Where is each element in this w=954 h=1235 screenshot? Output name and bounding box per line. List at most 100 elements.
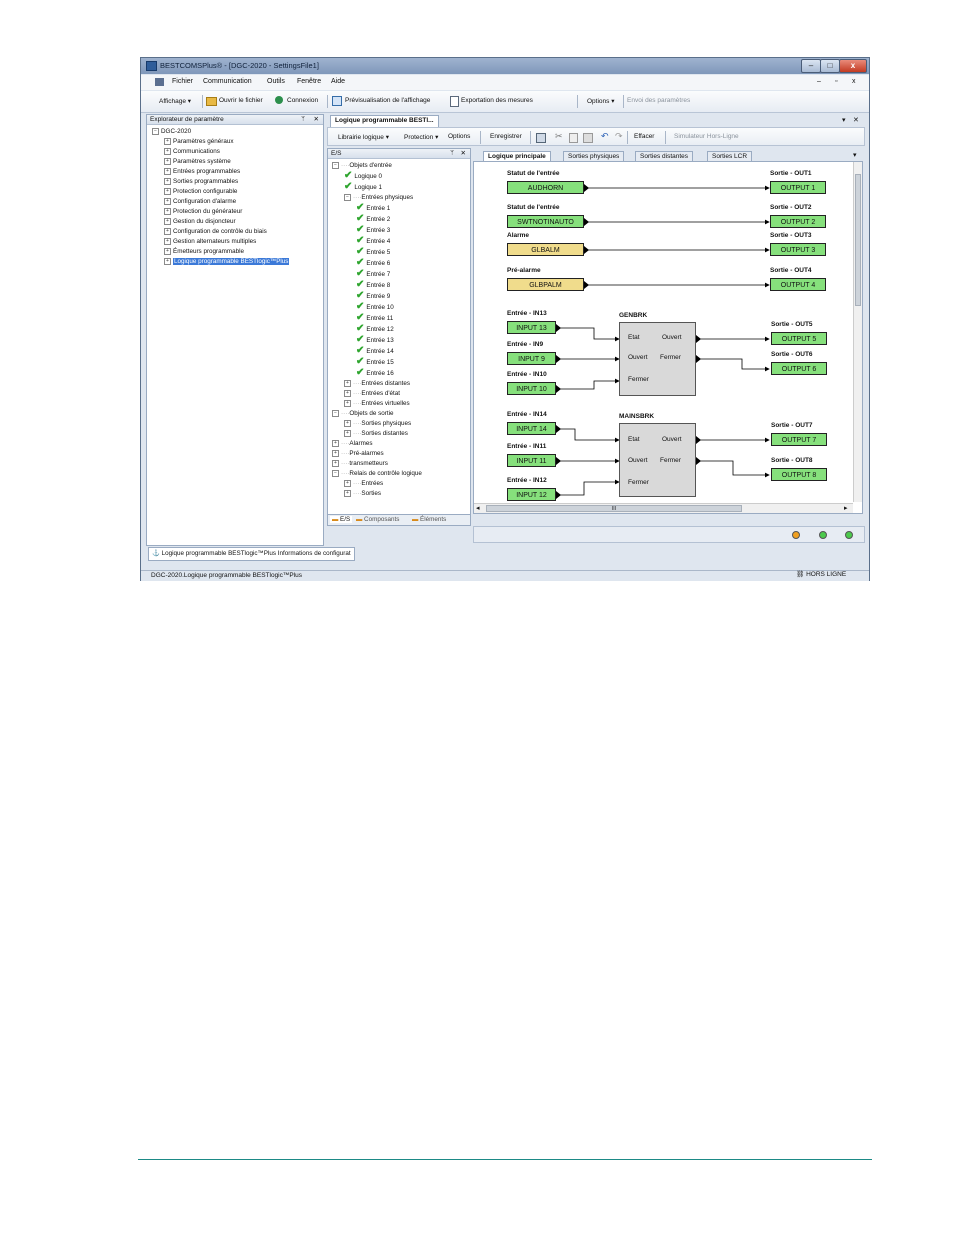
io-tree-item[interactable]: + ····transmetteurs <box>332 459 470 469</box>
io-tree-item[interactable]: ✔ Entrée 1 <box>332 203 470 214</box>
expand-icon[interactable]: + <box>164 137 171 145</box>
expand-icon[interactable]: + <box>344 419 351 427</box>
io-tree-item[interactable]: ✔ Entrée 9 <box>332 291 470 302</box>
expand-icon[interactable]: + <box>332 459 339 467</box>
io-tree-item[interactable]: ✔ Entrée 11 <box>332 313 470 324</box>
minimize-button[interactable]: – <box>801 59 821 73</box>
io-tree-item[interactable]: ✔ Entrée 14 <box>332 346 470 357</box>
mdi-close-button[interactable]: x <box>852 78 856 85</box>
menu-fichier[interactable]: Fichier <box>172 78 193 85</box>
io-tree-item[interactable]: ✔ Entrée 8 <box>332 280 470 291</box>
tab-logique-programmable[interactable]: Logique programmable BESTl... <box>330 115 439 127</box>
genbrk-out1-box[interactable]: OUTPUT 5 <box>771 332 827 345</box>
canvas-tab-dropdown[interactable]: ▾ <box>853 151 857 159</box>
mainsbrk-out2-box[interactable]: OUTPUT 8 <box>771 468 827 481</box>
librairie-logique-button[interactable]: Librairie logique ▾ <box>338 133 389 141</box>
expand-icon[interactable]: + <box>164 187 171 195</box>
expand-icon[interactable]: + <box>164 197 171 205</box>
explorer-item[interactable]: + Communications <box>152 147 323 157</box>
collapse-icon[interactable]: − <box>332 161 339 169</box>
explorer-item[interactable]: + Protection du générateur <box>152 207 323 217</box>
expand-icon[interactable]: + <box>164 227 171 235</box>
tree-root[interactable]: − DGC-2020 <box>152 127 323 137</box>
menu-aide[interactable]: Aide <box>331 78 345 85</box>
close-button[interactable]: x <box>839 59 867 73</box>
io-tree-item[interactable]: + ····Sorties physiques <box>332 419 470 429</box>
explorer-item[interactable]: + Gestion alternateurs multiples <box>152 237 323 247</box>
expand-icon[interactable]: + <box>164 257 171 265</box>
effacer-button[interactable]: Effacer <box>634 133 654 140</box>
close-icon[interactable]: ✕ <box>461 149 466 159</box>
horizontal-scrollbar[interactable]: ◂ III ▸ <box>474 503 853 513</box>
row1-input-box[interactable]: AUDHORN <box>507 181 584 194</box>
close-icon[interactable]: ✕ <box>314 115 319 125</box>
collapse-icon[interactable]: − <box>332 409 339 417</box>
explorer-item[interactable]: + Logique programmable BESTlogic™Plus <box>152 257 323 267</box>
print-icon[interactable] <box>536 133 546 143</box>
explorer-item[interactable]: + Émetteurs programmable <box>152 247 323 257</box>
collapse-icon[interactable]: − <box>152 127 159 135</box>
logic-canvas[interactable]: Statut de l'entrée AUDHORN Sortie - OUT1… <box>473 161 863 514</box>
pin-icon[interactable]: ᛘ <box>301 115 305 125</box>
expand-icon[interactable]: + <box>344 379 351 387</box>
protection-button[interactable]: Protection ▾ <box>404 133 438 141</box>
expand-icon[interactable]: + <box>344 429 351 437</box>
row2-input-box[interactable]: SWTNOTINAUTO <box>507 215 584 228</box>
io-tree-item[interactable]: − ····Objets d'entrée <box>332 161 470 171</box>
expand-icon[interactable]: + <box>344 399 351 407</box>
io-tree-item[interactable]: ✔ Entrée 12 <box>332 324 470 335</box>
genbrk-out2-box[interactable]: OUTPUT 6 <box>771 362 827 375</box>
mainsbrk-in2-box[interactable]: INPUT 11 <box>507 454 556 467</box>
undo-icon[interactable]: ↶ <box>601 131 609 142</box>
expand-icon[interactable]: + <box>344 489 351 497</box>
io-tree-item[interactable]: + ····Alarmes <box>332 439 470 449</box>
io-tree-item[interactable]: + ····Entrées d'état <box>332 389 470 399</box>
io-tree-item[interactable]: ✔ Entrée 15 <box>332 357 470 368</box>
row3-input-box[interactable]: GLBALM <box>507 243 584 256</box>
tab-elements[interactable]: ▬ Éléments <box>412 516 446 523</box>
row2-output-box[interactable]: OUTPUT 2 <box>770 215 826 228</box>
tab-composants[interactable]: ▬ Composants <box>356 516 399 523</box>
menu-communication[interactable]: Communication <box>203 78 252 85</box>
mainsbrk-out1-box[interactable]: OUTPUT 7 <box>771 433 827 446</box>
io-tree-item[interactable]: ✔ Logique 1 <box>332 182 470 193</box>
explorer-item[interactable]: + Entrées programmables <box>152 167 323 177</box>
expand-icon[interactable]: + <box>164 207 171 215</box>
io-tree-item[interactable]: + ····Pré-alarmes <box>332 449 470 459</box>
expand-icon[interactable]: + <box>332 439 339 447</box>
mainsbrk-block[interactable]: Etat Ouvert Fermer Ouvert Fermer <box>619 423 696 497</box>
exportation-button[interactable]: Exportation des mesures <box>461 97 533 104</box>
io-tree-item[interactable]: ✔ Entrée 3 <box>332 225 470 236</box>
copy-icon[interactable] <box>569 133 578 143</box>
mdi-minimize-button[interactable]: – <box>817 78 821 85</box>
genbrk-in1-box[interactable]: INPUT 13 <box>507 321 556 334</box>
affichage-button[interactable]: Affichage ▾ <box>159 97 191 105</box>
io-tree-item[interactable]: ✔ Entrée 13 <box>332 335 470 346</box>
scroll-right-icon[interactable]: ▸ <box>844 504 848 512</box>
maximize-button[interactable]: □ <box>820 59 840 73</box>
envoi-parametres-button[interactable]: Envoi des paramètres <box>627 97 690 104</box>
row4-input-box[interactable]: GLBPALM <box>507 278 584 291</box>
genbrk-block[interactable]: Etat Ouvert Fermer Ouvert Fermer <box>619 322 696 396</box>
mainsbrk-in1-box[interactable]: INPUT 14 <box>507 422 556 435</box>
logic-options-button[interactable]: Options <box>448 133 470 140</box>
io-tree-item[interactable]: + ····Entrées <box>332 479 470 489</box>
explorer-item[interactable]: + Paramètres système <box>152 157 323 167</box>
menu-outils[interactable]: Outils <box>267 78 285 85</box>
mdi-restore-button[interactable]: ▫ <box>835 78 837 85</box>
vertical-scrollbar[interactable] <box>853 162 862 502</box>
explorer-item[interactable]: + Gestion du disjoncteur <box>152 217 323 227</box>
cut-icon[interactable]: ✂ <box>555 131 563 142</box>
io-tree-item[interactable]: ✔ Entrée 4 <box>332 236 470 247</box>
ouvrir-fichier-button[interactable]: Ouvrir le fichier <box>219 97 263 104</box>
explorer-item[interactable]: + Configuration de contrôle du biais <box>152 227 323 237</box>
simulateur-button[interactable]: Simulateur Hors-Ligne <box>674 133 739 140</box>
collapse-icon[interactable]: − <box>332 469 339 477</box>
expand-icon[interactable]: + <box>164 147 171 155</box>
pin-icon[interactable]: ᛘ <box>450 149 454 159</box>
io-tree-item[interactable]: ✔ Entrée 10 <box>332 302 470 313</box>
vertical-scroll-thumb[interactable] <box>855 174 861 306</box>
tab-es[interactable]: ▬ E/S <box>330 516 353 523</box>
explorer-item[interactable]: + Configuration d'alarme <box>152 197 323 207</box>
explorer-item[interactable]: + Protection configurable <box>152 187 323 197</box>
